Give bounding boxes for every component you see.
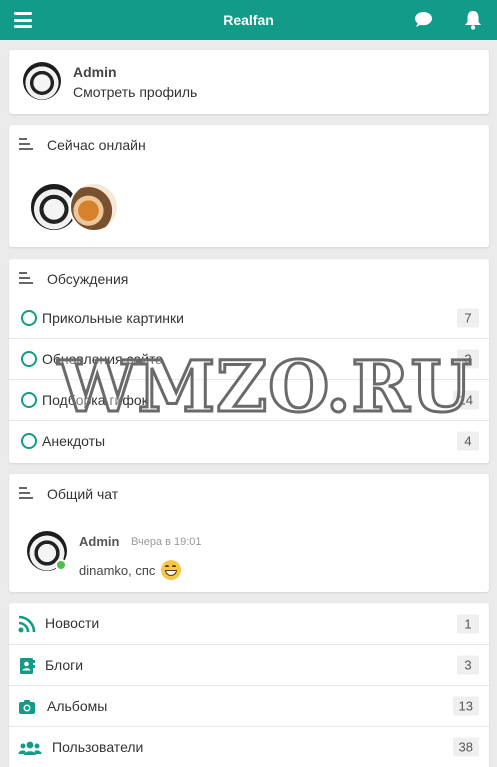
discussion-item[interactable]: Прикольные картинки 7 — [9, 297, 489, 338]
nav-count: 13 — [452, 696, 479, 716]
view-profile-link[interactable]: Смотреть профиль — [73, 84, 197, 100]
nav-label: Блоги — [45, 657, 84, 673]
chat-header: Общий чат — [19, 484, 118, 504]
top-bar: Realfan — [0, 0, 497, 40]
site-title[interactable]: Realfan — [223, 12, 274, 28]
nav-item-news[interactable]: Новости 1 — [9, 603, 489, 644]
menu-icon[interactable] — [14, 12, 32, 28]
avatar[interactable] — [23, 62, 61, 100]
discussion-label: Обновления сайта — [42, 351, 164, 367]
discussion-count: 14 — [452, 390, 479, 410]
chat-time: Вчера в 19:01 — [131, 536, 202, 548]
bell-icon[interactable] — [464, 10, 482, 30]
online-status-dot — [55, 559, 67, 571]
discussion-count: 3 — [457, 349, 479, 369]
camera-icon — [19, 700, 35, 714]
profile-name[interactable]: Admin — [73, 64, 117, 80]
nav-count: 38 — [452, 737, 479, 757]
nav-item-users[interactable]: Пользователи 38 — [9, 726, 489, 767]
align-left-icon — [19, 487, 35, 501]
online-header: Сейчас онлайн — [19, 135, 146, 155]
discussion-label: Прикольные картинки — [42, 309, 184, 326]
discussion-count: 7 — [457, 308, 479, 327]
chat-author[interactable]: Admin — [79, 534, 119, 549]
users-icon — [18, 741, 42, 755]
online-card: Сейчас онлайн — [9, 125, 489, 247]
discussion-label: Подборка гифок — [42, 392, 148, 408]
online-title: Сейчас онлайн — [47, 137, 146, 153]
discussion-item[interactable]: Обновления сайта 3 — [9, 338, 489, 379]
discussions-title: Обсуждения — [47, 271, 129, 287]
discussions-header: Обсуждения — [19, 269, 128, 289]
nav-label: Новости — [45, 615, 100, 631]
align-left-icon — [19, 272, 35, 286]
circle-icon — [21, 392, 37, 408]
nav-count: 3 — [457, 655, 479, 675]
chat-message: dinamko, спс — [79, 560, 182, 580]
chat-card: Общий чат Admin Вчера в 19:01 dinamko, с… — [9, 474, 489, 592]
discussions-list: Прикольные картинки 7 Обновления сайта 3… — [9, 297, 489, 461]
discussion-item[interactable]: Анекдоты 4 — [9, 420, 489, 461]
nav-count: 1 — [457, 614, 479, 633]
chat-message-text: dinamko, спс — [79, 562, 156, 578]
chat-title: Общий чат — [47, 486, 119, 502]
circle-icon — [21, 351, 37, 367]
profile-card: Admin Смотреть профиль — [9, 50, 489, 114]
discussion-item[interactable]: Подборка гифок 14 — [9, 379, 489, 420]
circle-icon — [21, 433, 37, 449]
nav-label: Альбомы — [47, 698, 108, 714]
grin-emoji-icon — [161, 560, 182, 580]
rss-icon — [18, 615, 36, 633]
discussion-label: Анекдоты — [42, 433, 106, 449]
nav-item-albums[interactable]: Альбомы 13 — [9, 685, 489, 726]
chat-bubble-icon[interactable] — [414, 11, 433, 28]
nav-card: Новости 1 Блоги 3 Альбомы 13 Пользовател… — [9, 603, 489, 767]
nav-label: Пользователи — [52, 739, 144, 755]
discussion-count: 4 — [457, 431, 479, 451]
nav-item-blogs[interactable]: Блоги 3 — [9, 644, 489, 685]
online-user-avatar[interactable] — [69, 182, 119, 232]
address-book-icon — [20, 658, 35, 674]
discussions-card: Обсуждения Прикольные картинки 7 Обновле… — [9, 259, 489, 463]
align-left-icon — [19, 138, 35, 152]
circle-icon — [21, 309, 37, 326]
